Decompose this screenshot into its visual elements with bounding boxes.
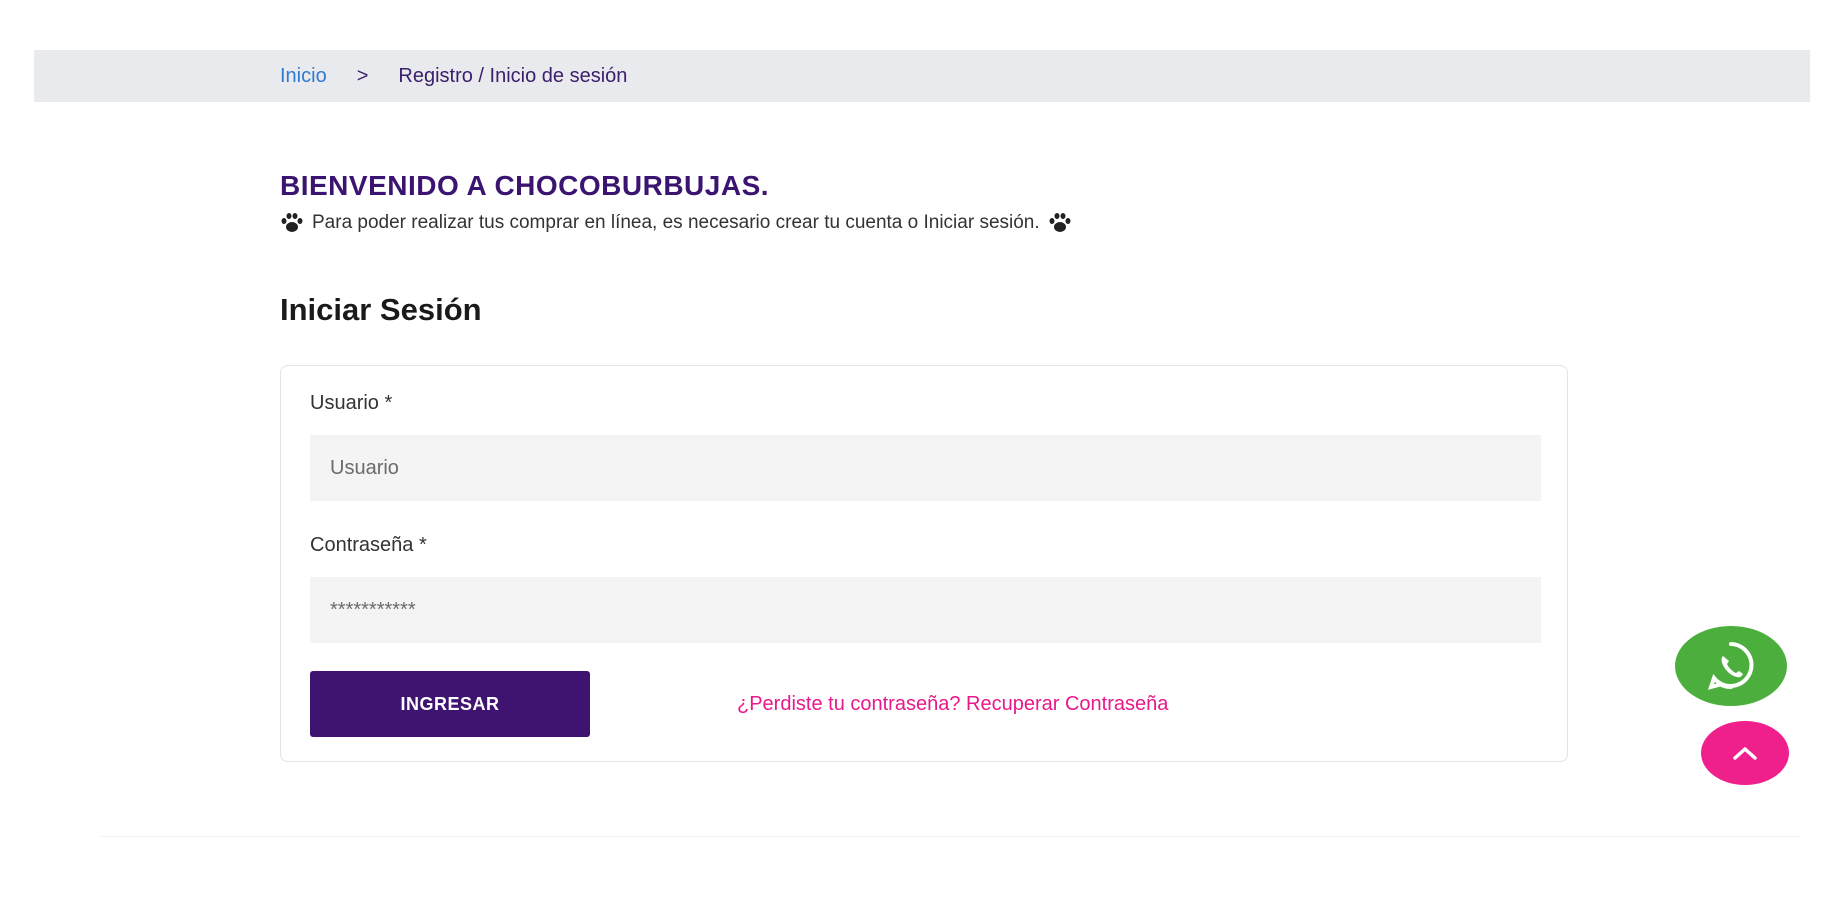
intro-message: Para poder realizar tus comprar en línea… xyxy=(312,212,1040,233)
paw-icon xyxy=(280,212,304,234)
username-input[interactable] xyxy=(310,435,1541,501)
recover-password-link[interactable]: ¿Perdiste tu contraseña? Recuperar Contr… xyxy=(737,693,1168,716)
password-input[interactable] xyxy=(310,577,1541,643)
intro-text: Para poder realizar tus comprar en línea… xyxy=(280,212,1072,234)
breadcrumb: Inicio > Registro / Inicio de sesión xyxy=(280,50,627,102)
paw-icon xyxy=(1048,212,1072,234)
login-heading: Iniciar Sesión xyxy=(280,292,482,327)
chevron-up-icon xyxy=(1733,747,1757,760)
username-label: Usuario * xyxy=(310,392,393,414)
welcome-title: BIENVENIDO A CHOCOBURBUJAS. xyxy=(280,170,770,201)
whatsapp-icon xyxy=(1707,642,1754,690)
scroll-to-top-button[interactable] xyxy=(1701,721,1789,785)
breadcrumb-separator: > xyxy=(356,64,369,87)
breadcrumb-current: Registro / Inicio de sesión xyxy=(398,64,628,87)
password-label: Contraseña * xyxy=(310,534,427,556)
breadcrumb-bar: Inicio > Registro / Inicio de sesión xyxy=(34,50,1810,102)
login-form: Usuario * Contraseña * INGRESAR ¿Perdist… xyxy=(280,365,1568,762)
whatsapp-button[interactable] xyxy=(1675,626,1787,706)
footer-divider xyxy=(100,836,1800,837)
breadcrumb-home-link[interactable]: Inicio xyxy=(280,65,327,88)
login-submit-button[interactable]: INGRESAR xyxy=(310,671,590,737)
